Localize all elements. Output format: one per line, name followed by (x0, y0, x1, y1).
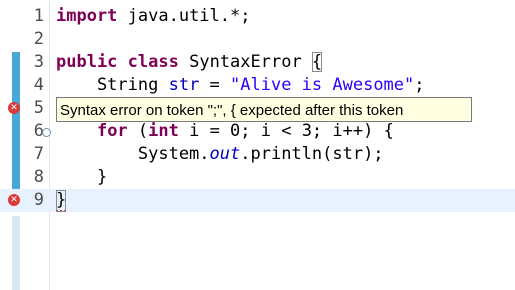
code-text: System.out.println(str); (56, 143, 384, 166)
error-x-icon[interactable]: ✕ (8, 102, 20, 114)
matching-bracket: { (311, 52, 323, 72)
code-line[interactable]: 3 public class SyntaxError { (0, 51, 515, 74)
tooltip-text: Syntax error on token ";", { expected af… (60, 102, 404, 119)
line-number: 3 (33, 52, 44, 72)
line-number: 6 (33, 121, 44, 141)
code-token: ( (127, 121, 149, 141)
code-line[interactable]: 8 } (0, 166, 515, 189)
line-number: 7 (33, 144, 44, 164)
line-number: 9 (33, 190, 44, 210)
string-literal: "Alive is Awesome" (230, 75, 415, 95)
keyword-token: int (148, 121, 179, 141)
code-text: } (56, 167, 108, 187)
code-text: } (56, 189, 67, 212)
line-number: 5 (33, 98, 44, 118)
error-x-icon[interactable]: ✕ (8, 194, 20, 206)
line-number: 8 (33, 167, 44, 187)
current-code-line[interactable]: ✕ 9 } (0, 189, 515, 212)
code-line[interactable]: 4 String str = "Alive is Awesome"; (0, 74, 515, 97)
error-tooltip: Syntax error on token ";", { expected af… (56, 97, 472, 122)
class-name-token: SyntaxError (178, 52, 312, 72)
code-token: java.util.*; (117, 6, 251, 26)
code-line[interactable]: 2 (0, 28, 515, 51)
code-line[interactable]: 1 import java.util.*; (0, 5, 515, 28)
code-token: System. (56, 144, 210, 164)
code-token: = (199, 75, 231, 95)
semicolon-token: ; (414, 75, 425, 95)
change-indicator-bar-lower (12, 216, 20, 290)
code-text: String str = "Alive is Awesome"; (56, 74, 425, 97)
field-token: str (168, 75, 200, 95)
keyword-token: import (56, 6, 118, 26)
code-text: public class SyntaxError { (56, 51, 323, 74)
keyword-token: class (127, 52, 179, 72)
line-number: 2 (33, 29, 44, 49)
code-line[interactable]: 7 System.out.println(str); (0, 143, 515, 166)
line-number: 1 (33, 6, 44, 26)
error-closing-brace: } (56, 190, 67, 212)
line-number: 4 (33, 75, 44, 95)
code-token: i = 0; i < 3; i++) { (178, 121, 394, 141)
code-text: import java.util.*; (56, 5, 250, 28)
static-field-token: out (209, 144, 241, 164)
code-line[interactable]: 6 for (int i = 0; i < 3; i++) { (0, 120, 515, 143)
fold-collapse-icon[interactable] (42, 128, 51, 137)
type-token: String (56, 75, 169, 95)
code-text: for (int i = 0; i < 3; i++) { (56, 120, 394, 143)
keyword-token: for (96, 121, 128, 141)
keyword-token: public (56, 52, 118, 72)
code-editor[interactable]: 1 import java.util.*; 2 3 public class S… (0, 0, 515, 290)
code-token: .println(str); (240, 144, 384, 164)
